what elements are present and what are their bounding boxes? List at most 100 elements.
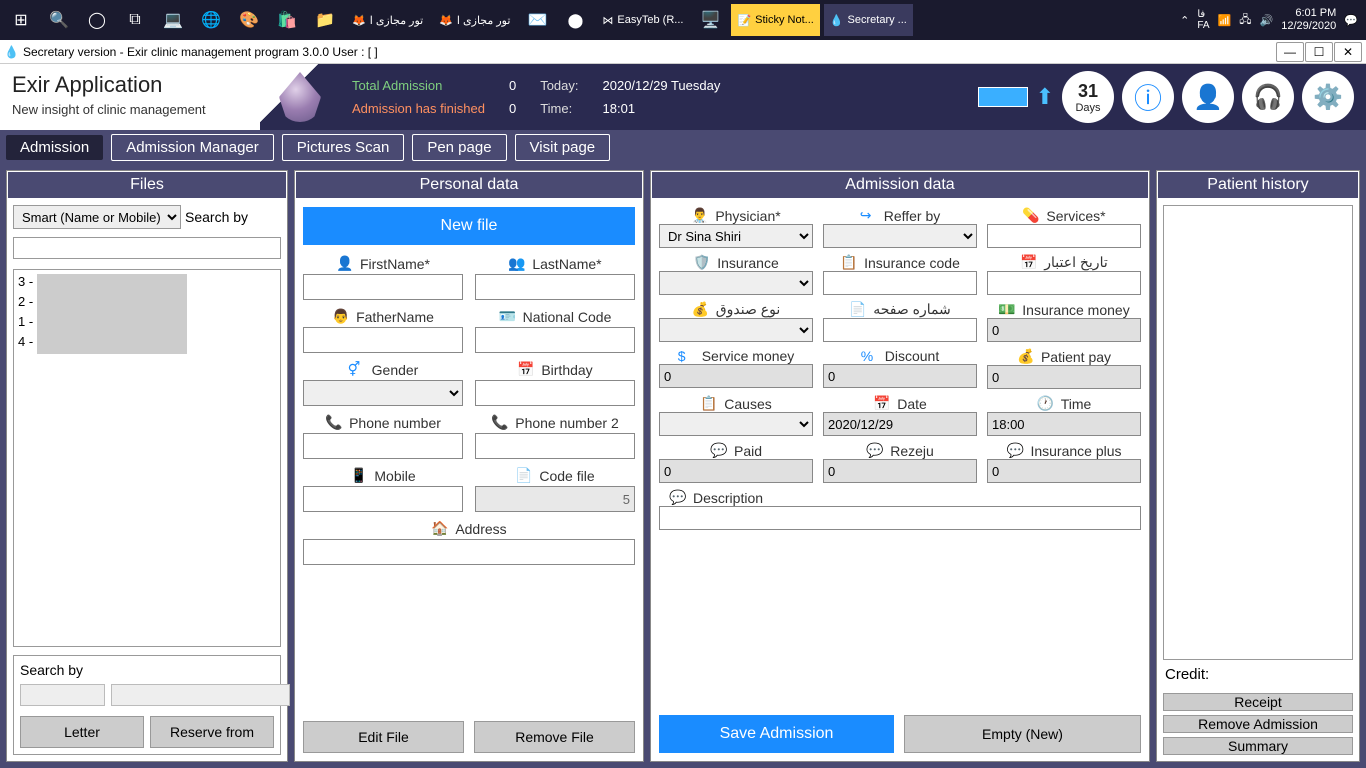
tab-admission[interactable]: Admission [6, 135, 103, 160]
search-mode-select[interactable]: Smart (Name or Mobile) [13, 205, 181, 229]
total-admission-value: 0 [509, 78, 516, 93]
page-no-input[interactable] [823, 318, 977, 342]
list-item[interactable]: 4 - [18, 334, 276, 354]
taskbar-app[interactable]: 🦊 تور مجازی ا [433, 4, 516, 36]
info-button[interactable]: ⓘ [1122, 71, 1174, 123]
national-label: National Code [523, 309, 612, 325]
causes-icon: 📋 [700, 395, 718, 412]
paid-input[interactable] [659, 459, 813, 483]
edge-icon[interactable]: 🌐 [194, 5, 228, 35]
progress-bar [978, 87, 1028, 107]
taskbar-clock[interactable]: 6:01 PM 12/29/2020 [1281, 7, 1336, 33]
list-item[interactable]: 1 - [18, 314, 276, 334]
ins-plus-input[interactable] [987, 459, 1141, 483]
taskview-icon[interactable]: ⧉ [118, 5, 152, 35]
days-button[interactable]: 31Days [1062, 71, 1114, 123]
search-icon[interactable]: 🔍 [42, 5, 76, 35]
reffer-select[interactable] [823, 224, 977, 248]
svc-money-input[interactable] [659, 364, 813, 388]
fund-type-select[interactable] [659, 318, 813, 342]
chrome-icon[interactable]: ⬤ [558, 5, 592, 35]
new-file-button[interactable]: New file [303, 207, 635, 245]
start-menu-icon[interactable]: ⊞ [4, 5, 38, 35]
insurance-icon: 🛡️ [693, 254, 711, 271]
edit-file-button[interactable]: Edit File [303, 721, 464, 753]
insurance-select[interactable] [659, 271, 813, 295]
taskbar-app[interactable]: 🦊 تور مجازی ا [346, 4, 429, 36]
national-input[interactable] [475, 327, 635, 353]
father-icon: 👨 [332, 308, 350, 325]
reserve-button[interactable]: Reserve from [150, 716, 274, 748]
maximize-button[interactable]: ☐ [1305, 42, 1333, 62]
lastname-input[interactable] [475, 274, 635, 300]
phone-icon: 📞 [491, 414, 509, 431]
gender-select[interactable] [303, 380, 463, 406]
list-item[interactable]: 3 - [18, 274, 276, 294]
date-input[interactable] [823, 412, 977, 436]
tray-icon[interactable]: 📶 [1218, 14, 1232, 27]
tab-pen-page[interactable]: Pen page [412, 134, 506, 161]
reception-button[interactable]: 👤 [1182, 71, 1234, 123]
tray-icon[interactable]: 🔊 [1260, 14, 1274, 27]
close-button[interactable]: ✕ [1334, 42, 1362, 62]
files-panel: Files Smart (Name or Mobile) Search by 3… [6, 170, 288, 762]
app-icon[interactable]: 💻 [156, 5, 190, 35]
ins-code-input[interactable] [823, 271, 977, 295]
list-item[interactable]: 2 - [18, 294, 276, 314]
support-button[interactable]: 🎧 [1242, 71, 1294, 123]
causes-select[interactable] [659, 412, 813, 436]
tab-pictures-scan[interactable]: Pictures Scan [282, 134, 405, 161]
remove-file-button[interactable]: Remove File [474, 721, 635, 753]
taskbar-app[interactable]: ⋈ EasyTeb (R... [596, 4, 689, 36]
mobile-icon: 📱 [350, 467, 368, 484]
tray-lang[interactable]: فا FA [1197, 9, 1209, 31]
paid-label: Paid [734, 443, 762, 459]
tray-icon[interactable]: ⌃ [1180, 14, 1189, 27]
services-icon: 💊 [1022, 207, 1040, 224]
validity-input[interactable] [987, 271, 1141, 295]
tab-admission-manager[interactable]: Admission Manager [111, 134, 274, 161]
tab-visit-page[interactable]: Visit page [515, 134, 611, 161]
app-icon[interactable]: 🎨 [232, 5, 266, 35]
remove-admission-button[interactable]: Remove Admission [1163, 715, 1353, 733]
upload-icon[interactable]: ⬆ [1036, 84, 1054, 110]
firstname-input[interactable] [303, 274, 463, 300]
time-input[interactable] [987, 412, 1141, 436]
discount-input[interactable] [823, 364, 977, 388]
notifications-icon[interactable]: 💬 [1344, 14, 1358, 27]
ins-money-input[interactable] [987, 318, 1141, 342]
explorer-icon[interactable]: 📁 [308, 5, 342, 35]
cortana-icon[interactable]: ◯ [80, 5, 114, 35]
father-input[interactable] [303, 327, 463, 353]
validity-icon: 📅 [1020, 254, 1038, 271]
patient-pay-input[interactable] [987, 365, 1141, 389]
description-input[interactable] [659, 506, 1141, 530]
search-input-2a[interactable] [20, 684, 105, 706]
save-admission-button[interactable]: Save Admission [659, 715, 894, 753]
settings-button[interactable]: ⚙️ [1302, 71, 1354, 123]
phone2-input[interactable] [475, 433, 635, 459]
birthday-input[interactable] [475, 380, 635, 406]
search-input-2b[interactable] [111, 684, 290, 706]
app-icon[interactable]: 🖥️ [693, 5, 727, 35]
minimize-button[interactable]: — [1276, 42, 1304, 62]
taskbar-app-active[interactable]: 💧 Secretary ... [824, 4, 913, 36]
phone1-input[interactable] [303, 433, 463, 459]
services-input[interactable] [987, 224, 1141, 248]
files-list[interactable]: 3 - 2 - 1 - 4 - [13, 269, 281, 647]
mobile-input[interactable] [303, 486, 463, 512]
mail-icon[interactable]: ✉️ [520, 5, 554, 35]
taskbar-app[interactable]: 📝 Sticky Not... [731, 4, 819, 36]
empty-new-button[interactable]: Empty (New) [904, 715, 1141, 753]
summary-button[interactable]: Summary [1163, 737, 1353, 755]
store-icon[interactable]: 🛍️ [270, 5, 304, 35]
history-list[interactable] [1163, 205, 1353, 660]
letter-button[interactable]: Letter [20, 716, 144, 748]
rezeju-input[interactable] [823, 459, 977, 483]
physician-select[interactable]: Dr Sina Shiri [659, 224, 813, 248]
receipt-button[interactable]: Receipt [1163, 693, 1353, 711]
history-title: Patient history [1157, 171, 1359, 199]
tray-icon[interactable]: 🖧 [1239, 11, 1251, 30]
address-input[interactable] [303, 539, 635, 565]
search-input[interactable] [13, 237, 281, 259]
